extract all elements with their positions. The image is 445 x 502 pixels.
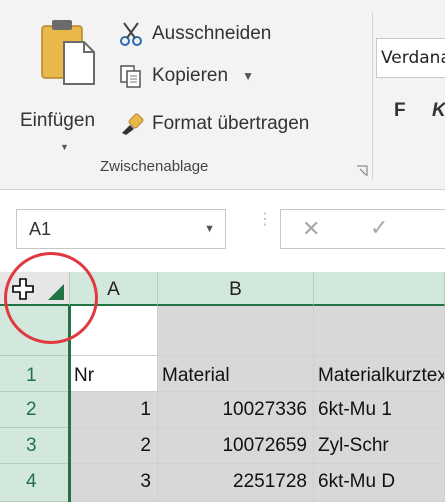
cell-c[interactable]: Materialkurztext xyxy=(314,356,445,392)
splitter-handle[interactable]: ⋮ xyxy=(257,212,273,228)
paste-label: Einfügen xyxy=(20,110,96,131)
chevron-down-icon[interactable]: ▼ xyxy=(60,142,69,152)
ribbon: Einfügen ▼ Ausschneiden Kopieren ▼ Forma… xyxy=(0,0,445,190)
format-painter-label: Format übertragen xyxy=(152,113,310,134)
check-icon[interactable]: ✓ xyxy=(370,215,388,241)
cell-b[interactable] xyxy=(158,306,314,356)
row-header[interactable]: 4 xyxy=(0,464,70,502)
cell-c[interactable]: 6kt-Mu D xyxy=(314,464,445,502)
cell-a[interactable]: 2 xyxy=(70,428,158,464)
chevron-down-icon[interactable]: ▼ xyxy=(204,223,215,235)
cell-b[interactable]: 10027336 xyxy=(158,392,314,428)
name-box[interactable]: A1 ▼ xyxy=(16,209,226,249)
cell-a[interactable]: 3 xyxy=(70,464,158,502)
clipboard-group-label: Zwischenablage xyxy=(100,158,209,175)
row-header[interactable]: 1 xyxy=(0,356,70,392)
row-header[interactable]: 2 xyxy=(0,392,70,428)
column-header-c[interactable] xyxy=(314,272,445,306)
row-header[interactable]: 3 xyxy=(0,428,70,464)
font-name-combobox[interactable]: Verdana xyxy=(376,38,445,78)
cut-label: Ausschneiden xyxy=(152,23,272,44)
cancel-icon[interactable]: ✕ xyxy=(302,216,320,242)
dialog-launcher-icon[interactable] xyxy=(356,165,368,177)
group-divider xyxy=(372,12,373,180)
column-header-b[interactable]: B xyxy=(158,272,314,306)
cell-c[interactable] xyxy=(314,306,445,356)
cell-b[interactable]: 10072659 xyxy=(158,428,314,464)
cell-c[interactable]: Zyl-Schr xyxy=(314,428,445,464)
paste-button[interactable]: Einfügen ▼ xyxy=(14,18,104,152)
chevron-down-icon[interactable]: ▼ xyxy=(242,69,254,83)
cell-c[interactable]: 6kt-Mu 1 xyxy=(314,392,445,428)
bold-button[interactable]: F xyxy=(394,100,406,122)
cell-b[interactable]: Material xyxy=(158,356,314,392)
clipboard-icon xyxy=(41,20,95,85)
cell-a[interactable]: 1 xyxy=(70,392,158,428)
cell-b[interactable]: 2251728 xyxy=(158,464,314,502)
italic-button[interactable]: K xyxy=(432,100,445,122)
highlight-circle xyxy=(4,252,98,344)
scissors-icon xyxy=(120,22,142,46)
name-box-value: A1 xyxy=(29,219,52,239)
format-painter-button[interactable]: Format übertragen xyxy=(118,108,309,140)
copy-button[interactable]: Kopieren ▼ xyxy=(118,60,254,92)
cell-a[interactable]: Nr xyxy=(70,356,158,392)
cut-button[interactable]: Ausschneiden xyxy=(118,18,271,50)
copy-icon xyxy=(120,65,141,88)
copy-label: Kopieren xyxy=(152,65,229,86)
paintbrush-icon xyxy=(122,113,144,135)
